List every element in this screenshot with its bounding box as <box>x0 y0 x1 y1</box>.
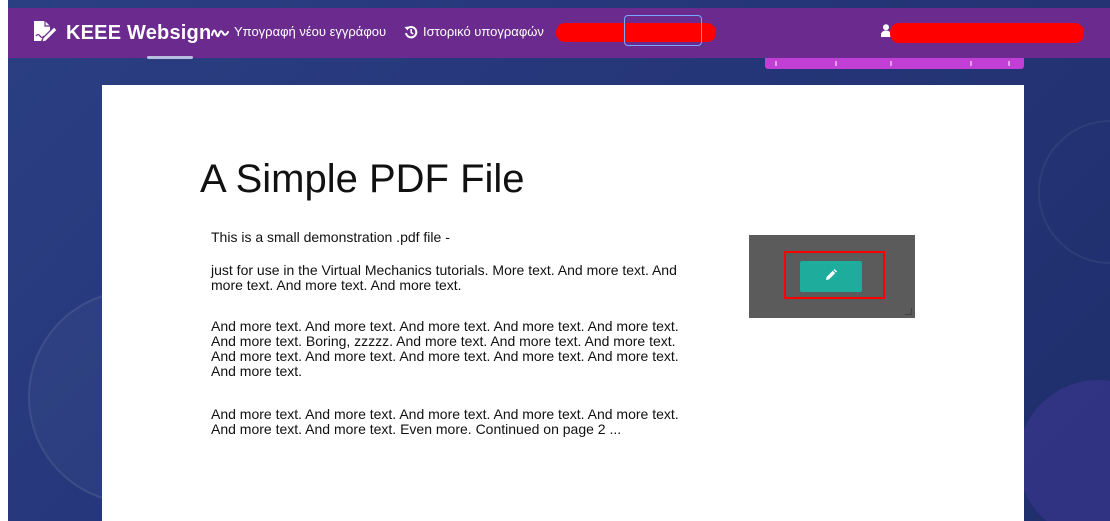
nav-button-outline[interactable] <box>624 15 702 46</box>
document-title: A Simple PDF File <box>200 157 525 201</box>
sign-document-icon <box>32 20 58 47</box>
navbar: KEEE Websign Υπογραφή νέου εγγράφου Ιστο… <box>8 8 1110 58</box>
sign-button[interactable] <box>800 261 862 292</box>
nav-new-signature-label: Υπογραφή νέου εγγράφου <box>234 24 387 39</box>
pdf-page: A Simple PDF File This is a small demons… <box>102 85 1024 521</box>
document-paragraph: And more text. And more text. And more t… <box>211 406 679 437</box>
background-decoration <box>1038 120 1110 264</box>
toolbar-action-button[interactable] <box>765 58 1024 69</box>
pencil-icon <box>825 268 837 286</box>
document-paragraph: just for use in the Virtual Mechanics tu… <box>211 262 677 293</box>
signature-field[interactable] <box>749 235 915 318</box>
background-decoration <box>1018 380 1110 521</box>
redacted-username <box>890 23 1084 43</box>
signature-icon <box>211 26 229 38</box>
nav-new-signature[interactable]: Υπογραφή νέου εγγράφου <box>211 24 386 39</box>
brand-name: KEEE Websign <box>66 21 212 44</box>
nav-signature-history-label: Ιστορικό υπογραφών <box>423 24 544 39</box>
toolbar-button-fragment[interactable] <box>147 56 193 59</box>
document-paragraph: This is a small demonstration .pdf file … <box>211 229 450 245</box>
resize-handle[interactable] <box>905 308 912 315</box>
history-icon <box>404 25 418 39</box>
document-paragraph: And more text. And more text. And more t… <box>211 318 679 379</box>
page-edge <box>0 0 8 521</box>
nav-signature-history[interactable]: Ιστορικό υπογραφών <box>404 24 544 39</box>
brand-link[interactable]: KEEE Websign <box>32 19 211 47</box>
